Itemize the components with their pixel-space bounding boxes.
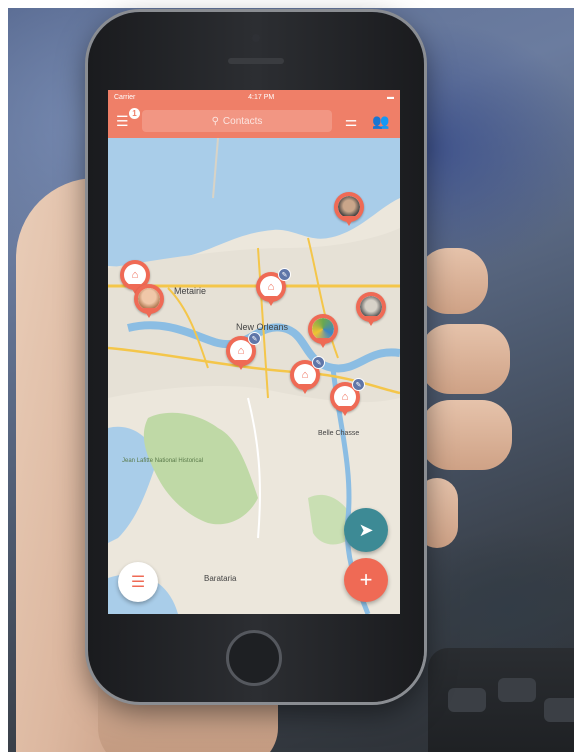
notification-badge: 1 — [129, 108, 140, 119]
locate-me-button[interactable]: ➤ — [344, 508, 388, 552]
console-button — [448, 688, 486, 712]
console-button — [498, 678, 536, 702]
people-icon[interactable]: 👥 — [370, 110, 392, 132]
property-pin[interactable]: ⌂ ✎ — [226, 332, 261, 374]
map-label-park: Jean Lafitte National Historical — [122, 458, 204, 464]
road — [247, 397, 261, 539]
finger — [420, 400, 512, 470]
pin-badge: ✎ — [352, 378, 365, 391]
plus-icon: + — [359, 567, 373, 592]
search-icon: ⚲ — [211, 115, 219, 127]
battery-icon: ▬ — [387, 93, 394, 101]
front-camera — [252, 34, 260, 42]
finger — [418, 248, 488, 314]
console-button — [544, 698, 574, 722]
avatar — [138, 288, 160, 310]
contact-pin[interactable] — [134, 284, 164, 322]
pin-badge: ✎ — [248, 332, 261, 345]
search-input[interactable]: ⚲ Contacts — [142, 110, 332, 132]
pin-badge: ✎ — [278, 268, 291, 281]
property-pin[interactable]: ⌂ ✎ — [290, 356, 325, 398]
map-label-belle-chasse: Belle Chasse — [318, 430, 360, 437]
house-icon: ⌂ — [294, 364, 316, 386]
contact-pin[interactable] — [356, 292, 386, 330]
avatar — [312, 318, 334, 340]
house-icon: ⌂ — [334, 386, 356, 408]
car-console — [428, 648, 574, 752]
carrier-label: Carrier — [114, 93, 136, 101]
pin-badge: ✎ — [312, 356, 325, 369]
map-label-metairie: Metairie — [174, 286, 207, 296]
finger — [420, 324, 510, 394]
home-button[interactable] — [226, 630, 282, 686]
nav-bar: ☰ 1 ⚲ Contacts ⚌ 👥 — [108, 104, 400, 138]
list-view-button[interactable]: ☰ — [118, 562, 158, 602]
property-pin[interactable]: ⌂ ✎ — [256, 268, 291, 310]
app-screen: Carrier 4:17 PM ▬ ☰ 1 ⚲ Contacts ⚌ 👥 Met… — [108, 90, 400, 614]
house-icon: ⌂ — [260, 276, 282, 298]
sliders-icon[interactable]: ⚌ — [340, 110, 362, 132]
map-label-new-orleans: New Orleans — [236, 322, 289, 332]
search-placeholder: Contacts — [222, 115, 263, 127]
phone: Carrier 4:17 PM ▬ ☰ 1 ⚲ Contacts ⚌ 👥 Met… — [88, 12, 424, 702]
house-icon: ⌂ — [230, 340, 252, 362]
property-pin[interactable]: ⌂ ✎ — [330, 378, 365, 420]
add-button[interactable]: + — [344, 558, 388, 602]
navigation-arrow-icon: ➤ — [358, 519, 374, 540]
list-icon: ☰ — [130, 574, 146, 591]
park-area — [143, 412, 258, 525]
menu-icon[interactable]: ☰ 1 — [116, 108, 140, 130]
avatar — [338, 196, 360, 218]
contact-pin[interactable] — [334, 192, 364, 230]
avatar — [360, 296, 382, 318]
status-time: 4:17 PM — [248, 93, 275, 101]
status-bar: Carrier 4:17 PM ▬ — [108, 90, 400, 104]
contact-pin[interactable] — [308, 314, 338, 352]
house-icon: ⌂ — [124, 264, 146, 286]
map-label-barataria: Barataria — [204, 574, 237, 583]
earpiece — [228, 58, 284, 64]
